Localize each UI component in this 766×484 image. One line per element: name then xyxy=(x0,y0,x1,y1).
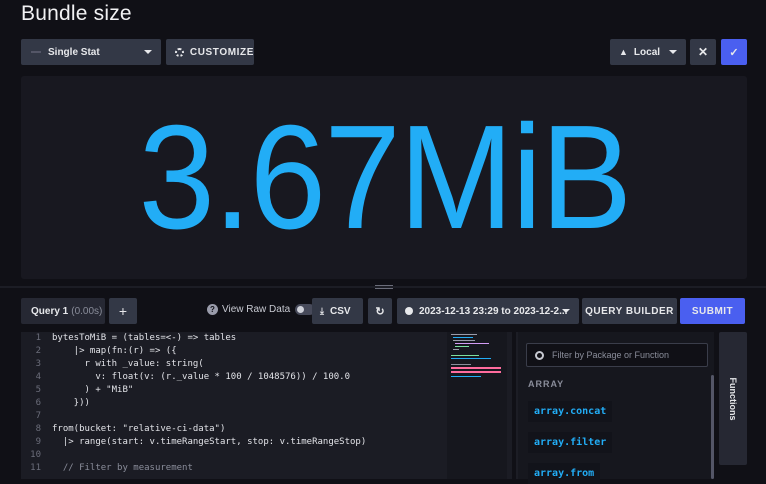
code-text: |> map(fn:(r) => ({ xyxy=(52,346,177,356)
search-icon xyxy=(535,350,544,360)
environment-label: Local xyxy=(633,46,661,58)
customize-label: CUSTOMIZE xyxy=(189,46,254,58)
line-number: 3 xyxy=(35,359,41,369)
refresh-icon: ↻ xyxy=(375,305,385,318)
refresh-button[interactable]: ↻ xyxy=(368,298,392,324)
cancel-button[interactable]: ✕ xyxy=(690,39,716,65)
code-line: 2 |> map(fn:(r) => ({ xyxy=(21,346,177,359)
function-category-heading: ARRAY xyxy=(528,379,565,389)
code-line: 4 v: float(v: (r._value * 100 / 1048576)… xyxy=(21,372,350,385)
view-raw-data-toggle[interactable]: ? View Raw Data xyxy=(207,304,316,315)
line-number: 11 xyxy=(30,463,41,473)
functions-tab-label: Functions xyxy=(728,377,738,420)
functions-panel: ARRAY array.concat array.filter array.fr… xyxy=(516,332,714,484)
stat-value: 3.67MiB xyxy=(138,94,632,260)
line-number: 8 xyxy=(35,424,41,434)
function-item[interactable]: array.from xyxy=(528,463,601,484)
environment-dropdown[interactable]: ▲ Local xyxy=(610,39,686,65)
code-text: |> range(start: v.timeRangeStart, stop: … xyxy=(52,437,367,447)
code-line: 6 })) xyxy=(21,398,90,411)
query-tab[interactable]: Query 1 (0.00s) xyxy=(21,298,105,324)
code-line: 8 from(bucket: "relative-ci-data") xyxy=(21,424,226,437)
chevron-down-icon xyxy=(562,309,570,313)
query-duration: (0.00s) xyxy=(71,305,103,317)
view-raw-data-label: View Raw Data xyxy=(222,304,291,315)
line-number: 4 xyxy=(35,372,41,382)
code-text: from(bucket: "relative-ci-data") xyxy=(52,424,226,434)
code-line: 10 xyxy=(21,450,52,463)
csv-label: CSV xyxy=(329,305,351,317)
code-text: r with _value: string( xyxy=(52,359,204,369)
query-tab-label: Query 1 xyxy=(31,305,69,317)
code-line: 9 |> range(start: v.timeRangeStart, stop… xyxy=(21,437,367,450)
visualization-type-label: Single Stat xyxy=(48,46,100,58)
function-search-input[interactable] xyxy=(552,350,702,360)
download-icon: ⤓ xyxy=(320,305,324,316)
pin-icon: ▲ xyxy=(619,47,628,57)
gear-icon xyxy=(175,47,184,57)
code-text: // Filter by measurement xyxy=(52,463,193,473)
code-line: 11 // Filter by measurement xyxy=(21,463,193,476)
code-line: 1 bytesToMiB = (tables=<-) => tables xyxy=(21,333,237,346)
functions-tab[interactable]: Functions xyxy=(719,332,747,465)
line-number: 1 xyxy=(35,333,41,343)
single-stat-icon xyxy=(31,51,41,53)
editor-minimap[interactable] xyxy=(447,332,507,479)
code-line: 3 r with _value: string( xyxy=(21,359,204,372)
time-range-dropdown[interactable]: 2023-12-13 23:29 to 2023-12-2... xyxy=(397,298,579,324)
page-title: Bundle size xyxy=(21,2,132,25)
csv-download-button[interactable]: ⤓ CSV xyxy=(312,298,363,324)
code-line: 7 xyxy=(21,411,52,424)
flux-script-editor[interactable]: 1 bytesToMiB = (tables=<-) => tables 2 |… xyxy=(21,332,512,479)
line-number: 9 xyxy=(35,437,41,447)
info-icon: ? xyxy=(207,304,218,315)
single-stat-panel: 3.67MiB xyxy=(21,76,747,279)
submit-button[interactable]: SUBMIT xyxy=(680,298,745,324)
chevron-down-icon xyxy=(144,50,152,54)
close-icon: ✕ xyxy=(697,45,709,59)
query-builder-button[interactable]: QUERY BUILDER xyxy=(582,298,677,324)
line-number: 6 xyxy=(35,398,41,408)
code-text: v: float(v: (r._value * 100 / 1048576)) … xyxy=(52,372,351,382)
line-number: 10 xyxy=(30,450,41,460)
code-text: bytesToMiB = (tables=<-) => tables xyxy=(52,333,237,343)
line-number: 5 xyxy=(35,385,41,395)
check-icon: ✓ xyxy=(729,46,739,59)
function-item[interactable]: array.concat xyxy=(528,401,613,422)
resize-handle[interactable] xyxy=(375,285,393,289)
code-line: 5 ) + "MiB" xyxy=(21,385,134,398)
time-range-label: 2023-12-13 23:29 to 2023-12-2... xyxy=(419,305,568,317)
scrollbar[interactable] xyxy=(711,375,714,479)
code-text: ) + "MiB" xyxy=(52,385,134,395)
line-number: 2 xyxy=(35,346,41,356)
customize-button[interactable]: CUSTOMIZE xyxy=(166,39,254,65)
save-button[interactable]: ✓ xyxy=(721,39,747,65)
clock-icon xyxy=(405,307,413,315)
visualization-type-dropdown[interactable]: Single Stat xyxy=(21,39,161,65)
function-search-field[interactable] xyxy=(526,343,708,367)
line-number: 7 xyxy=(35,411,41,421)
chevron-down-icon xyxy=(669,50,677,54)
add-query-button[interactable]: + xyxy=(109,298,137,324)
function-item[interactable]: array.filter xyxy=(528,432,613,453)
code-text: })) xyxy=(52,398,90,408)
